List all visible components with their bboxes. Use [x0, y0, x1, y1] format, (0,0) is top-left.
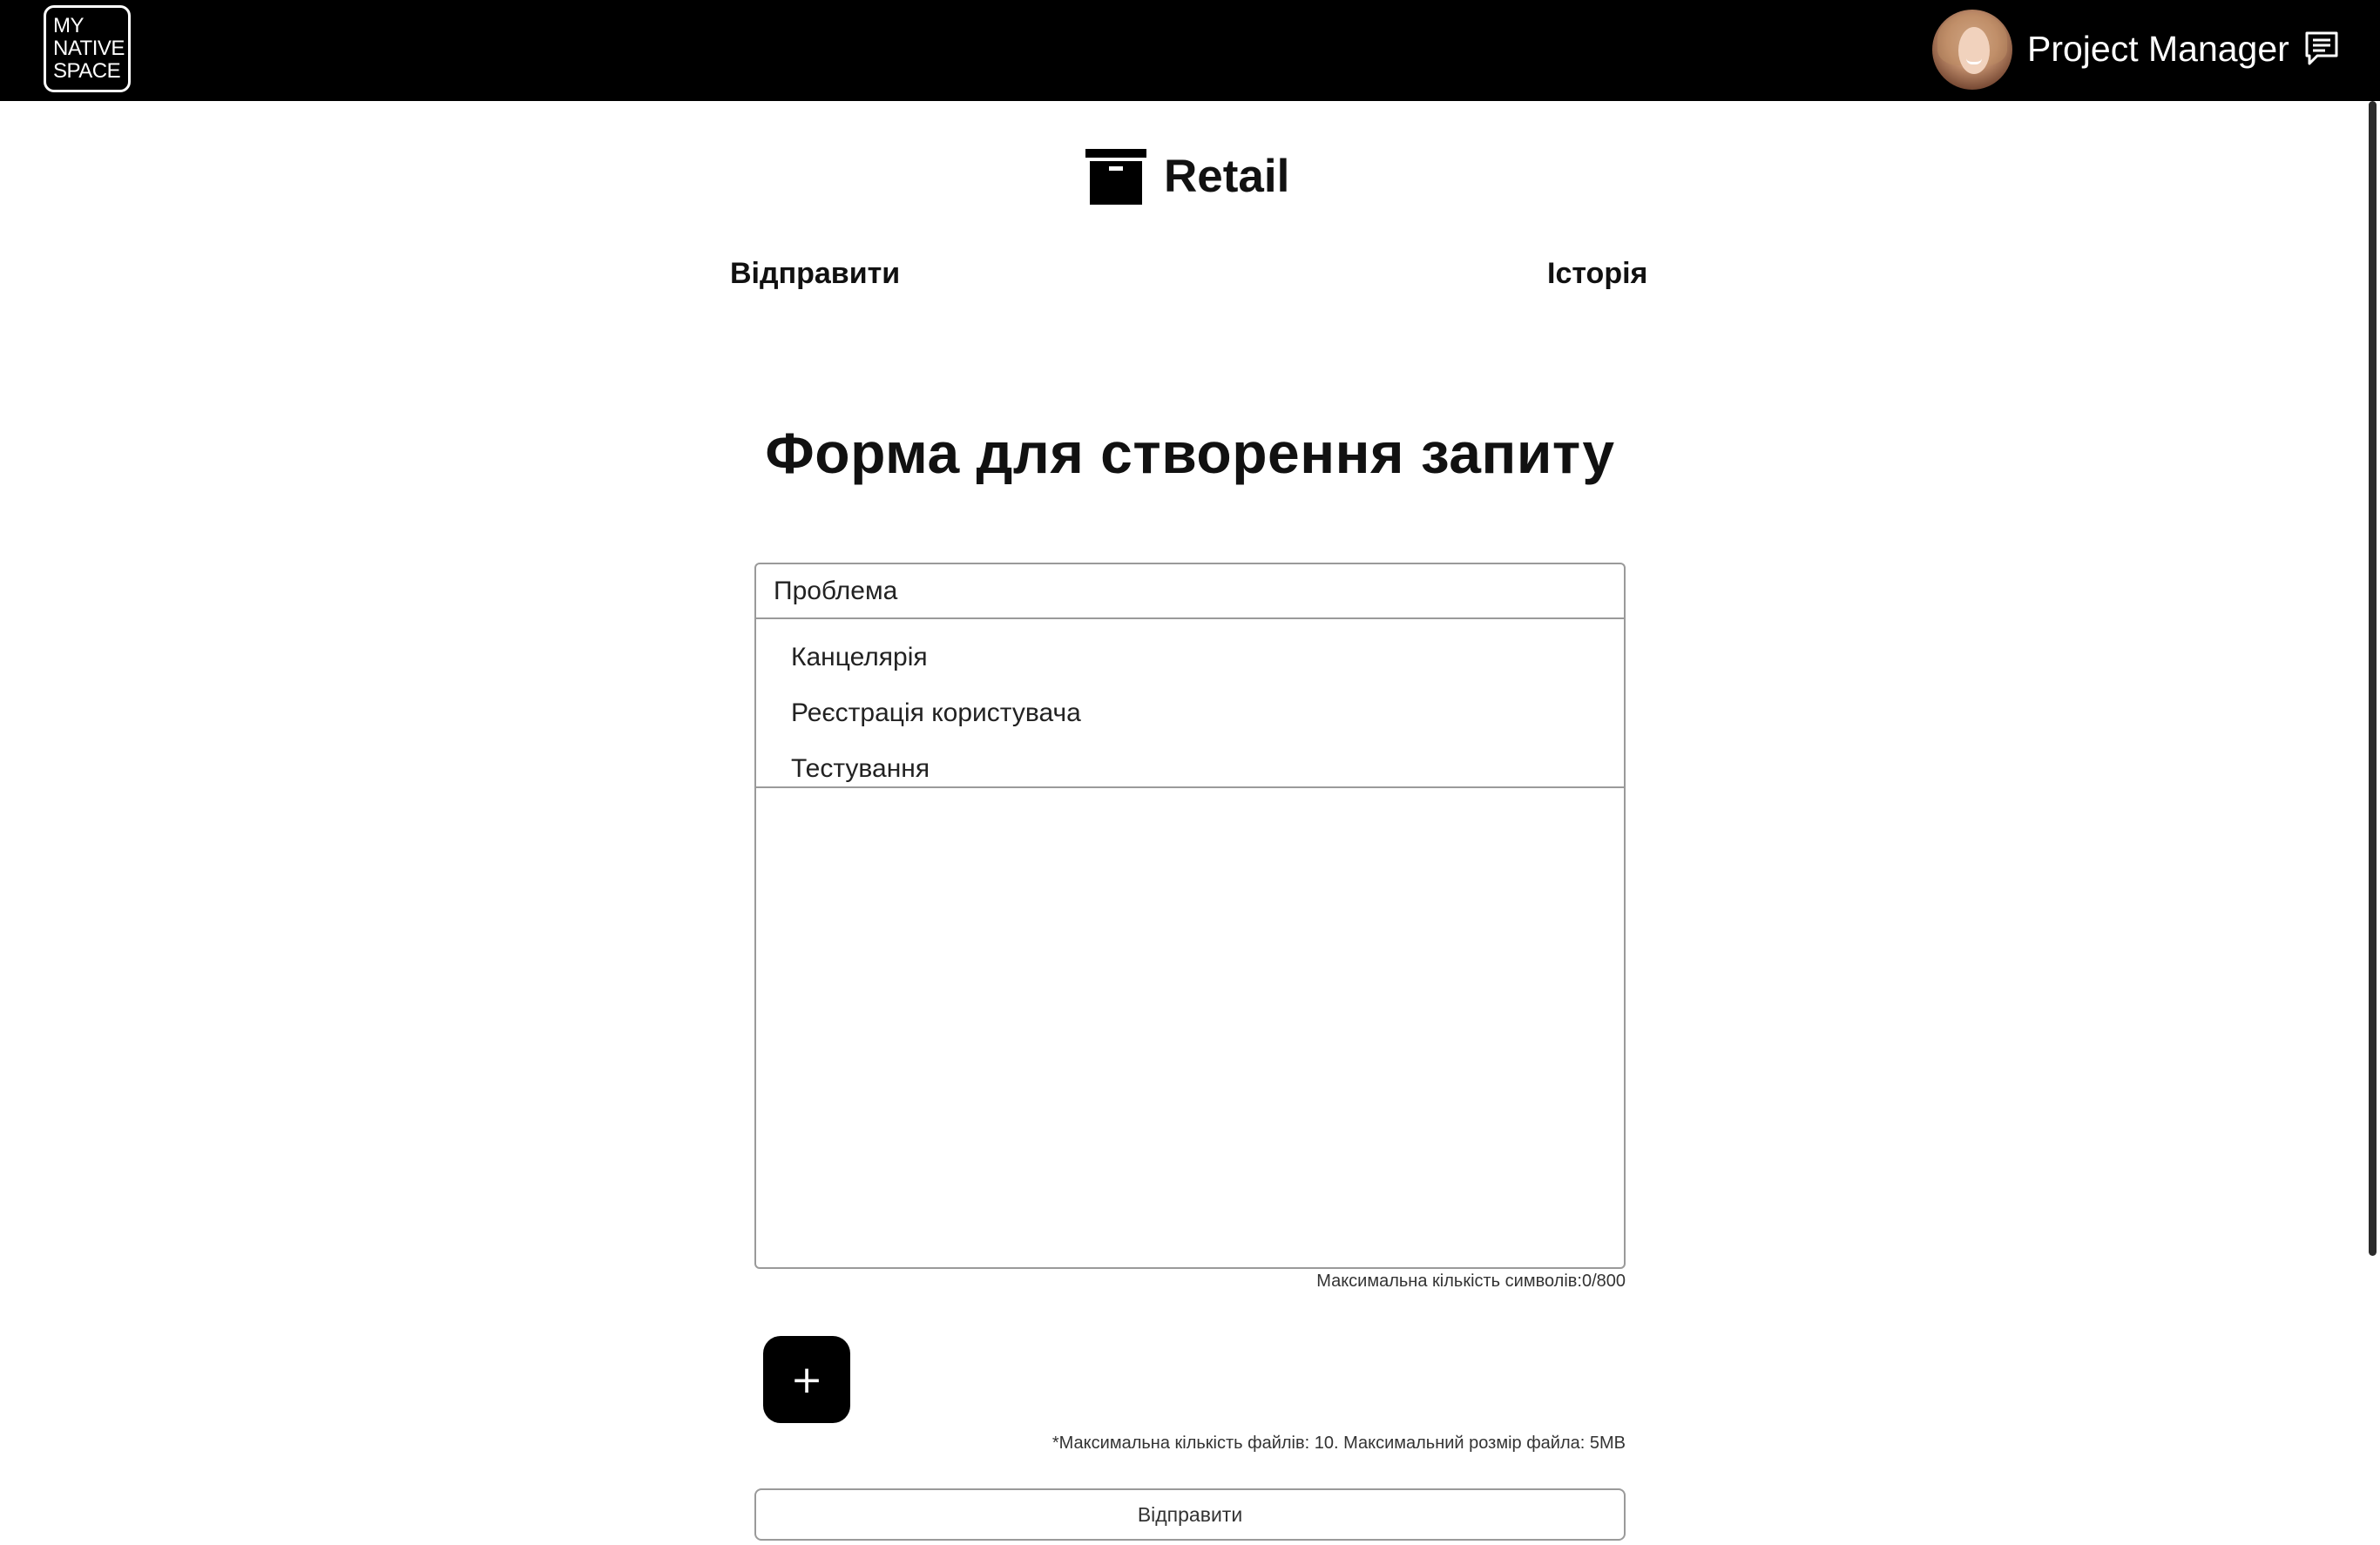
message-icon[interactable]: [2304, 30, 2339, 67]
tab-history[interactable]: Історія: [1547, 255, 1647, 292]
request-form: Проблема Канцелярія Реєстрація користува…: [754, 563, 1626, 1269]
top-bar: MY NATIVE SPACE Project Manager: [0, 0, 2380, 101]
category-option[interactable]: Реєстрація користувача: [756, 685, 1624, 741]
category-select[interactable]: Проблема: [756, 564, 1624, 619]
category-option[interactable]: Канцелярія: [756, 630, 1624, 685]
logo-line-3: SPACE: [53, 59, 121, 83]
char-counter: Максимальна кількість символів:0/800: [1316, 1272, 1626, 1291]
description-textarea[interactable]: [756, 788, 1624, 1267]
logo-line-2: NATIVE: [53, 37, 125, 60]
file-limit-note: *Максимальна кількість файлів: 10. Макси…: [1051, 1434, 1626, 1453]
page-title: Форма для створення запиту: [765, 421, 1615, 485]
logo[interactable]: MY NATIVE SPACE: [44, 5, 131, 92]
category-options-list: Канцелярія Реєстрація користувача Тестув…: [756, 619, 1624, 788]
user-role[interactable]: Project Manager: [2027, 26, 2289, 71]
logo-line-1: MY: [53, 14, 85, 37]
add-file-button[interactable]: +: [763, 1336, 850, 1423]
page-brand-title: Retail: [1164, 151, 1290, 202]
avatar-face: [1958, 27, 1990, 74]
tab-send[interactable]: Відправити: [730, 255, 900, 292]
brand-header: Retail: [1085, 146, 1289, 207]
scrollbar-thumb[interactable]: [2369, 101, 2377, 1256]
submit-button[interactable]: Відправити: [754, 1488, 1626, 1541]
avatar[interactable]: [1932, 10, 2012, 90]
archive-box-icon: [1085, 149, 1146, 205]
